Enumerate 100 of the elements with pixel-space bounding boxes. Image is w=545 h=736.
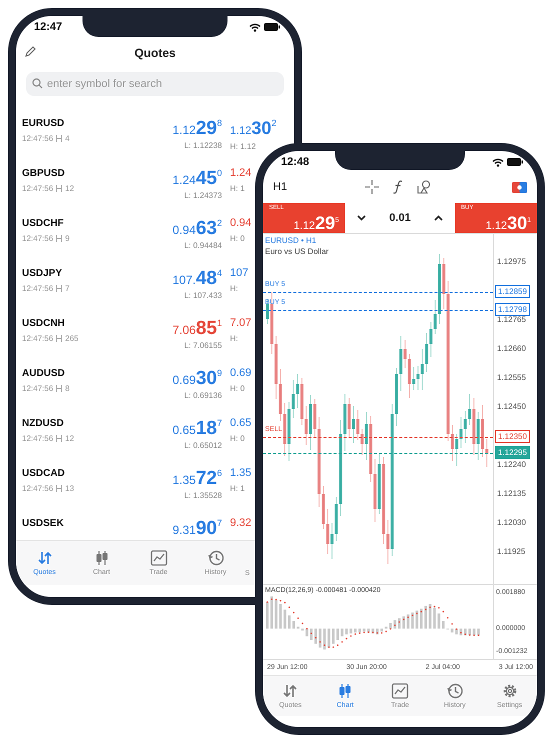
price-label: 1.12975 <box>497 257 526 266</box>
high-price: H: 1 <box>230 184 245 193</box>
bid-price: 7.0685$^{1}$ <box>172 317 222 341</box>
quote-time: 12:47:56 <box>22 134 54 143</box>
spread-icon <box>56 135 62 142</box>
spread-icon <box>56 285 62 292</box>
ask-price: 1.24 <box>230 166 252 181</box>
low-price: L: 7.06155 <box>184 341 222 350</box>
wifi-icon <box>249 22 261 32</box>
price-label: 1.12555 <box>497 373 526 382</box>
high-price: H: <box>230 334 238 343</box>
spread-value: 12 <box>65 434 74 443</box>
low-price: L: 107.433 <box>184 291 222 300</box>
arrows-icon <box>281 683 300 699</box>
high-price: H: 0 <box>230 434 245 443</box>
bid-price: 0.6930$^{9}$ <box>172 367 222 391</box>
crosshair-icon[interactable] <box>364 180 378 194</box>
chart-description: Euro vs US Dollar <box>265 247 329 256</box>
price-label: 1.12765 <box>497 315 526 324</box>
low-price: L: 0.69136 <box>184 391 222 400</box>
high-price: H: 1.12 <box>230 142 256 151</box>
high-price: H: 1 <box>230 484 245 493</box>
quote-time: 12:47:56 <box>22 434 54 443</box>
ask-price: 9.32 <box>230 516 252 531</box>
price-label: 1.12240 <box>497 460 526 469</box>
settings-icon <box>500 683 519 699</box>
symbol-name: USDJPY <box>22 268 64 279</box>
quote-time: 12:47:56 <box>22 234 54 243</box>
symbol-name: NZDUSD <box>22 418 65 429</box>
price-tag: 1.12350 <box>495 430 530 443</box>
low-price: L: 1.12238 <box>184 141 222 150</box>
quote-time: 12:47:56 <box>22 284 54 293</box>
spread-icon <box>56 185 62 192</box>
ask-price: 107 <box>230 266 248 281</box>
bid-price: 0.6518$^{7}$ <box>172 417 222 441</box>
price-tag: 1.12798 <box>495 303 530 316</box>
ask-price: 0.94 <box>230 216 252 231</box>
ask-price: 7.07 <box>230 316 252 331</box>
spread-value: 13 <box>65 484 74 493</box>
quote-time: 12:47:56 <box>22 384 54 393</box>
trend-chart-icon <box>390 683 409 699</box>
price-label: 1.11925 <box>497 547 526 556</box>
spread-icon <box>56 235 62 242</box>
spread-value: 9 <box>65 234 70 243</box>
spread-icon <box>56 385 62 392</box>
status-time: 12:47 <box>34 21 62 33</box>
spread-value: 8 <box>65 384 70 393</box>
timeframe-button[interactable]: H1 <box>273 181 333 193</box>
symbol-name: USDCAD <box>22 468 66 479</box>
chevron-down-icon[interactable] <box>357 215 366 221</box>
quote-time: 12:47:56 <box>22 334 54 343</box>
screen-title: Quotes <box>134 46 176 60</box>
clock-icon <box>446 683 464 699</box>
spread-icon <box>56 335 62 342</box>
trend-chart-icon <box>150 550 168 566</box>
quote-time: 12:47:56 <box>22 184 54 193</box>
clock-icon <box>206 550 224 566</box>
wifi-icon <box>492 158 504 166</box>
ask-price: 0.69 <box>230 366 252 381</box>
low-price: L: 1.35528 <box>184 491 222 500</box>
price-label: 1.12660 <box>497 344 526 353</box>
ask-price: 1.1230$^{2}$ <box>230 117 276 140</box>
volume-value: 0.01 <box>389 212 411 224</box>
spread-value: 265 <box>65 334 78 343</box>
price-label: 1.12030 <box>497 518 526 527</box>
bid-price: 1.2445$^{0}$ <box>172 167 222 191</box>
status-time: 12:48 <box>281 156 310 168</box>
spread-value: 7 <box>65 284 70 293</box>
chevron-up-icon[interactable] <box>434 215 443 221</box>
bid-price: 1.3572$^{6}$ <box>172 467 222 491</box>
price-label: 1.12135 <box>497 489 526 498</box>
bid-price: 1.1229$^{8}$ <box>172 117 222 141</box>
low-price: L: 1.24373 <box>184 191 222 200</box>
ask-price: 1.35 <box>230 466 252 481</box>
ask-price: 0.65 <box>230 416 252 431</box>
shapes-icon[interactable] <box>416 180 430 194</box>
symbol-name: AUDUSD <box>22 368 66 379</box>
low-price: L: 0.94484 <box>184 241 222 250</box>
symbol-name: EURUSD <box>22 118 66 129</box>
search-field[interactable]: enter symbol for search <box>26 72 284 96</box>
spread-icon <box>56 485 62 492</box>
chart-symbol: EURUSD • H1 <box>265 236 316 245</box>
battery-icon <box>507 158 523 166</box>
battery-icon <box>264 23 280 31</box>
function-icon[interactable] <box>392 180 402 194</box>
low-price: L: 0.65012 <box>184 441 222 450</box>
spread-icon <box>56 435 62 442</box>
symbol-name: USDCHF <box>22 218 65 229</box>
symbol-name: GBPUSD <box>22 168 66 179</box>
spread-value: 12 <box>65 184 74 193</box>
bid-price: 0.9463$^{2}$ <box>172 217 222 241</box>
symbol-name: USDSEK <box>22 518 65 529</box>
quote-time: 12:47:56 <box>22 484 54 493</box>
flag-icon[interactable] <box>512 182 527 192</box>
arrows-icon <box>36 550 54 566</box>
spread-value: 4 <box>65 134 70 143</box>
high-price: H: 0 <box>230 234 245 243</box>
pencil-icon <box>24 46 36 58</box>
price-tag: 1.12859 <box>495 285 530 298</box>
bid-price: 107.48$^{4}$ <box>172 267 222 291</box>
